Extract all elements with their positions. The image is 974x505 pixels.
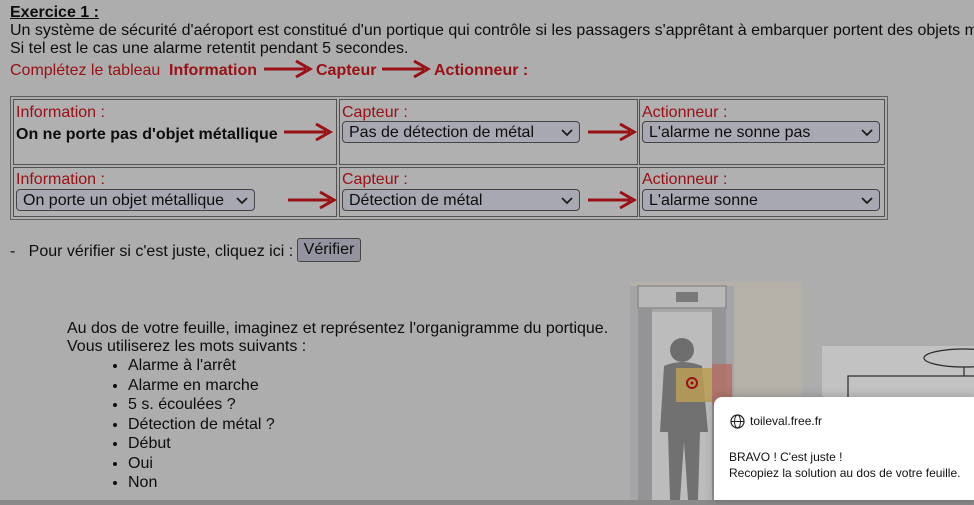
row1-capteur-select[interactable]: Pas de détection de métal (342, 121, 580, 143)
row2-capteur-select[interactable]: Détection de métal (342, 189, 580, 211)
arrow-icon (288, 190, 338, 210)
list-item: Alarme à l'arrêt (128, 356, 275, 376)
verify-button[interactable]: Vérifier (297, 238, 361, 262)
row2-info-label: Information : (16, 171, 105, 188)
row1-info-label: Information : (16, 104, 105, 121)
chevron-down-icon (561, 197, 573, 205)
list-item: Non (128, 473, 275, 493)
chevron-down-icon (561, 129, 573, 137)
row1-action-select[interactable]: L'alarme ne sonne pas (642, 121, 880, 143)
arrow-icon (588, 122, 638, 142)
word-list: Alarme à l'arrêt Alarme en marche 5 s. é… (108, 356, 275, 493)
row1-capteur-label: Capteur : (342, 104, 408, 121)
exercise-text-line1: Un système de sécurité d'aéroport est co… (10, 22, 974, 39)
instruction-text: Complétez le tableau (10, 62, 161, 79)
arrow-icon (284, 122, 334, 142)
row1-action-label: Actionneur : (642, 104, 728, 121)
globe-icon (730, 414, 745, 429)
organigram-instruction: Au dos de votre feuille, imaginez et rep… (67, 320, 609, 337)
notification-message-line1: BRAVO ! C'est juste ! (729, 450, 843, 464)
list-item: Oui (128, 454, 275, 474)
notification-site: toileval.free.fr (750, 414, 823, 428)
list-item: Début (128, 434, 275, 454)
list-item: 5 s. écoulées ? (128, 395, 275, 415)
organigram-words-intro: Vous utiliserez les mots suivants : (67, 338, 307, 355)
chain-actionneur: Actionneur : (434, 62, 529, 79)
row2-info-select[interactable]: On porte un objet métallique (16, 189, 255, 211)
notification-popup[interactable]: toileval.free.fr BRAVO ! C'est juste ! R… (714, 397, 974, 500)
exercise-title: Exercice 1 : (10, 4, 99, 21)
notification-message-line2: Recopiez la solution au dos de votre feu… (729, 466, 961, 480)
chevron-down-icon (236, 197, 248, 205)
chain-capteur: Capteur (316, 62, 377, 79)
chevron-down-icon (861, 197, 873, 205)
verify-prompt: - Pour vérifier si c'est juste, cliquez … (10, 243, 294, 260)
row1-capteur-value: Pas de détection de métal (349, 124, 535, 141)
row2-capteur-label: Capteur : (342, 171, 408, 188)
row2-action-select[interactable]: L'alarme sonne (642, 189, 880, 211)
arrow-icon (588, 190, 638, 210)
arrow-icon (264, 59, 314, 79)
arrow-icon (382, 59, 432, 79)
chain-information: Information (169, 62, 257, 79)
row1-action-value: L'alarme ne sonne pas (649, 124, 811, 141)
row2-info-value: On porte un objet métallique (23, 192, 225, 209)
row2-action-label: Actionneur : (642, 171, 728, 188)
chevron-down-icon (861, 129, 873, 137)
list-item: Alarme en marche (128, 376, 275, 396)
row2-action-value: L'alarme sonne (649, 192, 758, 209)
row1-info-text: On ne porte pas d'objet métallique (16, 126, 278, 143)
row2-capteur-value: Détection de métal (349, 192, 483, 209)
exercise-text-line2: Si tel est le cas une alarme retentit pe… (10, 40, 409, 57)
list-item: Détection de métal ? (128, 415, 275, 435)
